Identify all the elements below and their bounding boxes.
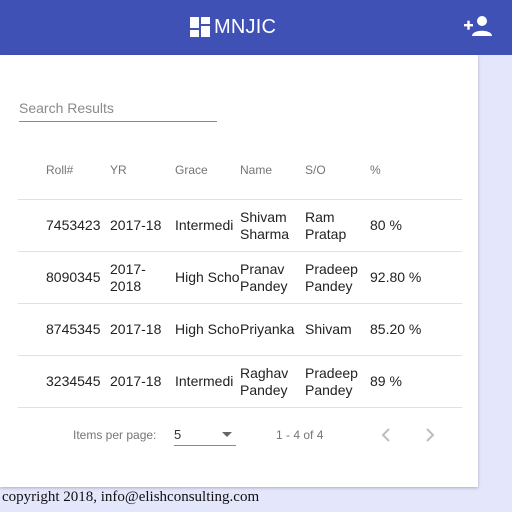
dashboard-logo-icon xyxy=(190,17,210,37)
person-add-icon[interactable] xyxy=(463,14,493,38)
cell-grade: Intermedi xyxy=(175,217,234,233)
cell-percent: 85.20 % xyxy=(370,321,422,337)
cell-year: 2017-18 xyxy=(110,321,162,337)
app-title: MNJIC xyxy=(214,15,277,38)
cell-grade: Intermedi xyxy=(175,373,234,389)
cell-percent: 89 % xyxy=(370,373,402,389)
cell-name: Pranav Pandey xyxy=(240,260,288,294)
table-row[interactable]: 8745345 2017-18 High School Priyanka Shi… xyxy=(18,304,462,356)
cell-grade: High School xyxy=(175,321,240,337)
chevron-left-icon[interactable] xyxy=(376,424,396,446)
results-table: Roll# YR Grace Name S/O % 7453423 2017-1… xyxy=(18,143,462,408)
cell-name: Raghav Pandey xyxy=(240,364,289,398)
cell-year: 2017-18 xyxy=(110,217,162,233)
arrow-drop-down-icon xyxy=(222,432,232,437)
top-toolbar: MNJIC xyxy=(0,0,512,55)
cell-father: Ram Pratap xyxy=(305,208,347,242)
footer-copyright: copyright 2018, info@elishconsulting.com xyxy=(2,489,260,505)
cell-roll: 3234545 xyxy=(46,373,101,389)
table-row[interactable]: 8090345 2017-2018 High School Pranav Pan… xyxy=(18,252,462,304)
cell-percent: 92.80 % xyxy=(370,269,422,285)
cell-grade: High School xyxy=(175,269,240,285)
cell-percent: 80 % xyxy=(370,217,402,233)
cell-father: Pradeep Pandey xyxy=(305,364,358,398)
brand: MNJIC xyxy=(190,15,276,39)
search-input[interactable] xyxy=(19,95,217,122)
cell-year: 2017-18 xyxy=(110,373,162,389)
column-header-percent[interactable]: % xyxy=(370,163,381,177)
column-header-year[interactable]: YR xyxy=(110,163,127,177)
cell-year: 2017-2018 xyxy=(110,260,146,294)
cell-name: Priyanka xyxy=(240,321,295,337)
paginator: Items per page: 5 1 - 4 of 4 xyxy=(0,420,478,450)
page-range-label: 1 - 4 of 4 xyxy=(276,428,324,442)
cell-roll: 8090345 xyxy=(46,269,101,285)
results-card: Roll# YR Grace Name S/O % 7453423 2017-1… xyxy=(0,55,478,487)
cell-roll: 7453423 xyxy=(46,217,101,233)
column-header-grade[interactable]: Grace xyxy=(175,163,208,177)
column-header-name[interactable]: Name xyxy=(240,163,272,177)
cell-father: Pradeep Pandey xyxy=(305,260,358,294)
column-header-father[interactable]: S/O xyxy=(305,163,326,177)
table-row[interactable]: 3234545 2017-18 Intermedi Raghav Pandey … xyxy=(18,356,462,408)
cell-father: Shivam xyxy=(305,321,352,337)
items-per-page-select[interactable]: 5 xyxy=(174,425,236,446)
chevron-right-icon[interactable] xyxy=(420,424,440,446)
cell-name: Shivam Sharma xyxy=(240,208,290,242)
cell-roll: 8745345 xyxy=(46,321,101,337)
column-header-roll[interactable]: Roll# xyxy=(46,163,73,177)
table-header: Roll# YR Grace Name S/O % xyxy=(18,143,462,200)
items-per-page-value: 5 xyxy=(174,427,182,442)
items-per-page-label: Items per page: xyxy=(73,428,157,442)
table-row[interactable]: 7453423 2017-18 Intermedi Shivam Sharma … xyxy=(18,200,462,252)
